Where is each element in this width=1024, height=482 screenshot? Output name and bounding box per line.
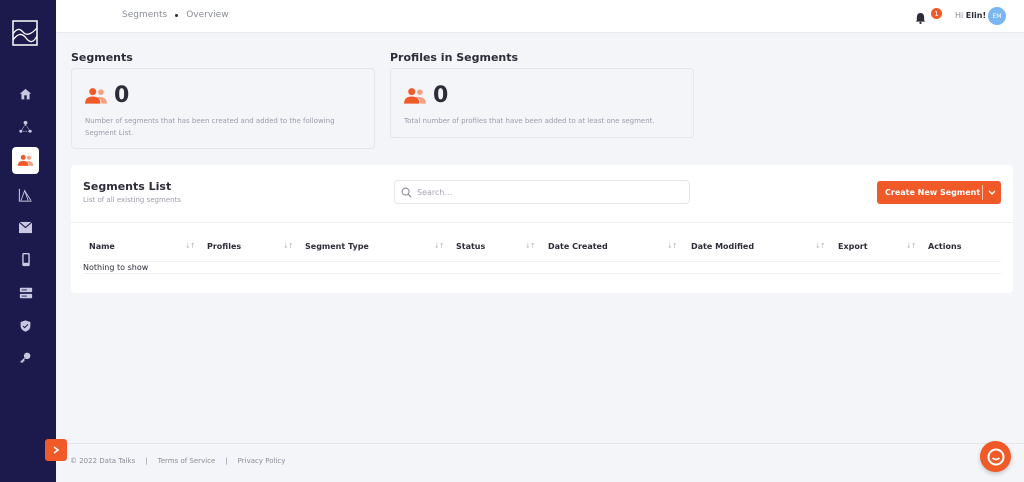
sidebar-item-security[interactable] bbox=[12, 312, 39, 339]
users-icon bbox=[17, 154, 34, 166]
sort-icon[interactable]: ↓↑ bbox=[906, 242, 917, 250]
column-header-profiles[interactable]: Profiles bbox=[207, 242, 241, 251]
app-logo[interactable] bbox=[12, 20, 38, 46]
sort-icon[interactable]: ↓↑ bbox=[525, 242, 536, 250]
segments-stat-title: Segments bbox=[71, 51, 133, 64]
chat-icon bbox=[987, 448, 1004, 465]
column-header-actions: Actions bbox=[928, 242, 962, 251]
column-header-date-modified[interactable]: Date Modified bbox=[691, 242, 754, 251]
segments-stat-description: Number of segments that has been created… bbox=[85, 115, 335, 139]
terms-of-service-link[interactable]: Terms of Service bbox=[158, 457, 216, 465]
column-header-status[interactable]: Status bbox=[456, 242, 485, 251]
shield-icon bbox=[20, 319, 31, 332]
sort-icon[interactable]: ↓↑ bbox=[185, 242, 196, 250]
sort-icon[interactable]: ↓↑ bbox=[815, 242, 826, 250]
sidebar-item-keys[interactable] bbox=[12, 344, 39, 371]
top-bar: Segments Overview 1 Hi Elin! EM bbox=[56, 0, 1024, 33]
breadcrumb-page: Overview bbox=[186, 10, 229, 20]
create-new-segment-button[interactable]: Create New Segment bbox=[877, 181, 1001, 204]
column-header-export[interactable]: Export bbox=[838, 242, 868, 251]
bell-icon bbox=[915, 12, 926, 24]
chevron-down-icon bbox=[988, 190, 996, 195]
mobile-icon bbox=[21, 252, 30, 267]
breadcrumb: Segments Overview bbox=[122, 10, 229, 20]
sidebar-item-mail[interactable] bbox=[12, 214, 39, 241]
segments-list-card: Segments List List of all existing segme… bbox=[71, 165, 1013, 293]
footer-divider bbox=[56, 443, 1024, 444]
sort-icon[interactable]: ↓↑ bbox=[434, 242, 445, 250]
segments-stat-description-line: Segment List. bbox=[85, 129, 134, 137]
create-options-dropdown[interactable] bbox=[983, 190, 1001, 196]
search-box bbox=[394, 180, 690, 204]
segments-list-subtitle: List of all existing segments bbox=[83, 196, 181, 204]
column-header-name[interactable]: Name bbox=[89, 242, 115, 251]
user-name: Elin! bbox=[965, 11, 987, 20]
column-header-segment-type[interactable]: Segment Type bbox=[305, 242, 369, 251]
sidebar-item-mobile[interactable] bbox=[12, 246, 39, 273]
footer-separator: | bbox=[225, 457, 228, 465]
sidebar bbox=[0, 0, 56, 482]
notifications-button[interactable] bbox=[915, 9, 926, 28]
chevron-right-icon bbox=[53, 446, 60, 454]
key-icon bbox=[20, 352, 31, 363]
sidebar-item-analytics[interactable] bbox=[12, 181, 39, 208]
sort-icon[interactable]: ↓↑ bbox=[283, 242, 294, 250]
server-icon bbox=[19, 287, 32, 298]
footer: © 2022 Data Talks | Terms of Service | P… bbox=[70, 457, 285, 465]
users-icon bbox=[404, 88, 426, 104]
segments-stat-card: 0 Number of segments that has been creat… bbox=[71, 68, 375, 149]
sidebar-item-home[interactable] bbox=[12, 81, 39, 108]
sidebar-item-network[interactable] bbox=[12, 113, 39, 140]
search-icon bbox=[401, 187, 412, 198]
segments-stat-description-line: Number of segments that has been created… bbox=[85, 117, 335, 125]
breadcrumb-separator bbox=[175, 13, 179, 17]
network-icon bbox=[19, 120, 32, 133]
mail-icon bbox=[18, 221, 33, 234]
segments-count: 0 bbox=[114, 83, 130, 108]
table-row-divider bbox=[83, 273, 1001, 274]
sort-icon[interactable]: ↓↑ bbox=[667, 242, 678, 250]
privacy-policy-link[interactable]: Privacy Policy bbox=[238, 457, 286, 465]
notification-badge: 1 bbox=[931, 8, 942, 19]
table-header-divider bbox=[83, 261, 1001, 262]
avatar[interactable]: EM bbox=[988, 7, 1006, 25]
profiles-count: 0 bbox=[433, 83, 449, 108]
greeting-prefix: Hi bbox=[955, 11, 964, 20]
profiles-stat-card: 0 Total number of profiles that have bee… bbox=[390, 68, 694, 138]
home-icon bbox=[19, 88, 32, 100]
create-new-segment-label: Create New Segment bbox=[885, 188, 981, 197]
sidebar-item-segments[interactable] bbox=[12, 147, 39, 174]
profiles-stat-title: Profiles in Segments bbox=[390, 51, 519, 64]
sidebar-item-server[interactable] bbox=[12, 279, 39, 306]
empty-table-message: Nothing to show bbox=[83, 263, 149, 272]
users-icon bbox=[85, 88, 107, 104]
sidebar-expand-button[interactable] bbox=[45, 439, 67, 461]
chart-icon bbox=[18, 188, 32, 202]
chat-button[interactable] bbox=[980, 441, 1011, 472]
profiles-stat-description: Total number of profiles that have been … bbox=[404, 117, 655, 125]
segments-list-title: Segments List bbox=[83, 180, 172, 193]
column-header-date-created[interactable]: Date Created bbox=[548, 242, 608, 251]
footer-separator: | bbox=[145, 457, 148, 465]
user-greeting: Hi Elin! bbox=[955, 11, 986, 20]
breadcrumb-section[interactable]: Segments bbox=[122, 10, 167, 20]
card-divider bbox=[71, 222, 1013, 223]
search-input[interactable] bbox=[417, 184, 677, 200]
copyright: © 2022 Data Talks bbox=[70, 457, 136, 465]
